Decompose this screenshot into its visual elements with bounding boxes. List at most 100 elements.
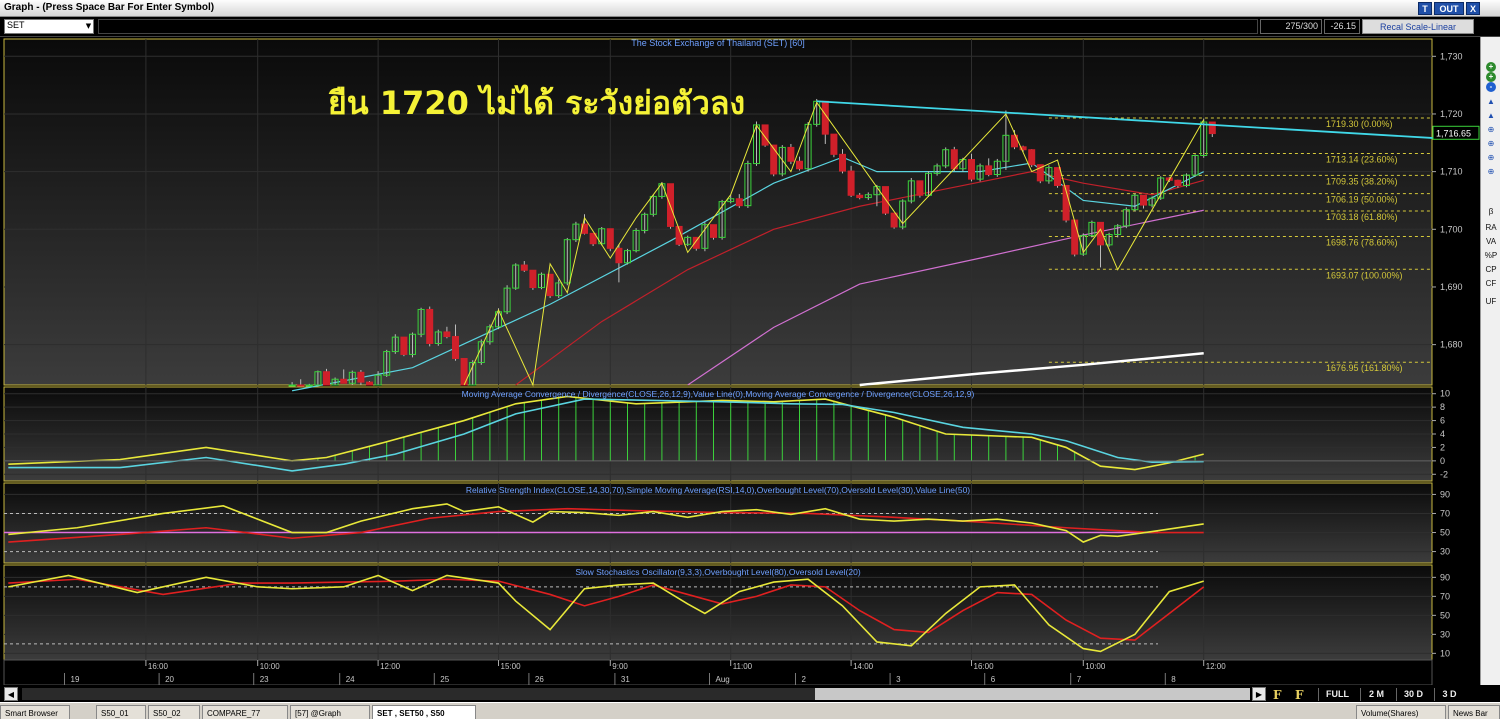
price-badge: 1,716.65: [1436, 128, 1471, 138]
smart-browser-tab[interactable]: Smart Browser: [0, 705, 70, 719]
taskbar-tab-graph[interactable]: [57] @Graph: [290, 705, 370, 719]
macd-axis-tick-label: -2: [1440, 469, 1448, 479]
fibonacci-label: 1703.18 (61.80%): [1326, 212, 1398, 222]
price-axis-tick-label: 1,710: [1440, 167, 1463, 177]
fibonacci-label: 1676.95 (161.80%): [1326, 363, 1403, 373]
date-label: 31: [621, 675, 630, 684]
sidebar-item-label: -: [1489, 82, 1493, 91]
sidebar-item-label: CF: [1485, 279, 1497, 288]
arrow-up-icon[interactable]: ▲: [1483, 95, 1499, 109]
add-icon[interactable]: +: [1486, 72, 1496, 82]
chart-area[interactable]: 1,6801,6901,7001,7101,7201,730-202468103…: [0, 37, 1480, 685]
sidebar-item-label: +: [1488, 72, 1494, 81]
arrow-down-icon[interactable]: ▲: [1483, 109, 1499, 123]
fibonacci-label: 1719.30 (0.00%): [1326, 119, 1393, 129]
candle-up: [288, 384, 296, 387]
magnify-icon[interactable]: ⊕: [1483, 123, 1499, 137]
window-titlebar[interactable]: Graph - (Press Space Bar For Enter Symbo…: [0, 0, 1500, 17]
fibonacci-label: 1709.35 (38.20%): [1326, 176, 1398, 186]
candle-down: [770, 144, 778, 175]
date-label: 6: [991, 675, 996, 684]
sidebar-tool-14[interactable]: CF: [1483, 277, 1499, 291]
time-label: 11:00: [733, 662, 753, 671]
range-3d-button[interactable]: 3 D: [1434, 688, 1464, 701]
sidebar-tool-15[interactable]: UF: [1483, 295, 1499, 309]
taskbar-tab-set[interactable]: SET , SET50 , S50: [372, 705, 476, 719]
scroll-left-arrow-icon[interactable]: ◀: [4, 687, 18, 701]
date-label: Aug: [716, 675, 730, 684]
price-axis-tick-label: 1,730: [1440, 51, 1463, 61]
news-bar-tab[interactable]: News Bar: [1448, 705, 1500, 719]
fibonacci-label: 1693.07 (100.00%): [1326, 270, 1403, 280]
rsi-title: Relative Strength Index(CLOSE,14,30,70),…: [466, 485, 970, 495]
magnify-minus-icon[interactable]: ⊕: [1483, 151, 1499, 165]
macd-axis-tick-label: 4: [1440, 429, 1445, 439]
sidebar-tool-13[interactable]: CP: [1483, 263, 1499, 277]
candle-down: [323, 371, 330, 386]
stoch-axis-tick-label: 50: [1440, 610, 1450, 620]
price-axis-tick-label: 1,700: [1440, 224, 1463, 234]
macd-axis-tick-label: 0: [1440, 456, 1445, 466]
taskbar-tab-s50-01[interactable]: S50_01: [96, 705, 146, 719]
taskbar-tab-s50-02[interactable]: S50_02: [148, 705, 200, 719]
candle-down: [400, 336, 408, 355]
candle-down: [606, 228, 614, 249]
candle-down: [615, 247, 623, 264]
font-down-button[interactable]: F: [1295, 688, 1304, 702]
range-full-button[interactable]: FULL: [1318, 688, 1356, 701]
app-window: Graph - (Press Space Bar For Enter Symbo…: [0, 0, 1500, 719]
sidebar-tool-9[interactable]: β: [1483, 205, 1499, 219]
tool-t-button[interactable]: T: [1418, 2, 1432, 15]
recal-scale-button[interactable]: Recal Scale-Linear: [1362, 19, 1474, 34]
time-label: 12:00: [1206, 662, 1227, 671]
time-label: 16:00: [974, 662, 995, 671]
price-axis-tick-label: 1,690: [1440, 282, 1463, 292]
date-label: 25: [440, 675, 449, 684]
candle-down: [830, 133, 838, 155]
sidebar-tool-12[interactable]: %P: [1483, 249, 1499, 263]
candle-down: [1028, 149, 1036, 166]
date-label: 23: [260, 675, 269, 684]
volume-shares-tab[interactable]: Volume(Shares): [1356, 705, 1446, 719]
time-label: 15:00: [501, 662, 522, 671]
sidebar-tool-11[interactable]: VA: [1483, 235, 1499, 249]
candle-down: [1174, 179, 1182, 186]
sidebar-item-label: CP: [1485, 265, 1497, 274]
candle-down: [1071, 219, 1079, 255]
range-2m-button[interactable]: 2 M: [1360, 688, 1392, 701]
tool-icon[interactable]: ⊕: [1483, 165, 1499, 179]
rsi-axis-tick-label: 50: [1440, 528, 1450, 538]
sidebar-tool-10[interactable]: RA: [1483, 221, 1499, 235]
candle-down: [985, 165, 993, 176]
time-scrollbar[interactable]: ◀ ▶ F F FULL 2 M 30 D 3 D: [0, 685, 1500, 702]
taskbar-tab-compare[interactable]: COMPARE_77: [202, 705, 288, 719]
range-30d-button[interactable]: 30 D: [1396, 688, 1430, 701]
time-label: 10:00: [1085, 662, 1106, 671]
candle-down: [452, 336, 459, 359]
sidebar-item-label: RA: [1485, 223, 1497, 232]
zoom-in-icon[interactable]: +: [1486, 62, 1496, 72]
right-toolbox: + + - ▲ ▲ ⊕ ⊕ ⊕ ⊕ β RA VA %P CP CF UF: [1480, 37, 1500, 685]
bottom-taskbar: Smart Browser S50_01 S50_02 COMPARE_77 […: [0, 702, 1500, 719]
sidebar-item-label: VA: [1485, 237, 1497, 246]
stoch-axis-tick-label: 70: [1440, 591, 1450, 601]
scroll-right-arrow-icon[interactable]: ▶: [1252, 687, 1266, 701]
symbol-input[interactable]: SET: [4, 19, 94, 34]
out-button[interactable]: OUT: [1434, 2, 1464, 15]
magnify-plus-icon[interactable]: ⊕: [1483, 137, 1499, 151]
candle-down: [426, 308, 434, 344]
candle-down: [340, 378, 348, 384]
date-label: 24: [346, 675, 355, 684]
candle-down: [1140, 194, 1147, 206]
chart-title: The Stock Exchange of Thailand (SET) [60…: [631, 38, 804, 48]
remove-icon[interactable]: -: [1486, 82, 1496, 92]
sidebar-item-label: +: [1488, 62, 1494, 71]
macd-axis-tick-label: 8: [1440, 402, 1445, 412]
date-label: 7: [1077, 675, 1082, 684]
font-up-button[interactable]: F: [1273, 688, 1282, 702]
chevron-down-icon[interactable]: ▼: [84, 20, 93, 33]
close-button[interactable]: X: [1466, 2, 1480, 15]
chart-toolbar: SET ▼ 275/300 -26.15 Recal Scale-Linear: [0, 17, 1500, 37]
scroll-thumb[interactable]: [815, 688, 1250, 700]
date-label: 19: [71, 675, 80, 684]
